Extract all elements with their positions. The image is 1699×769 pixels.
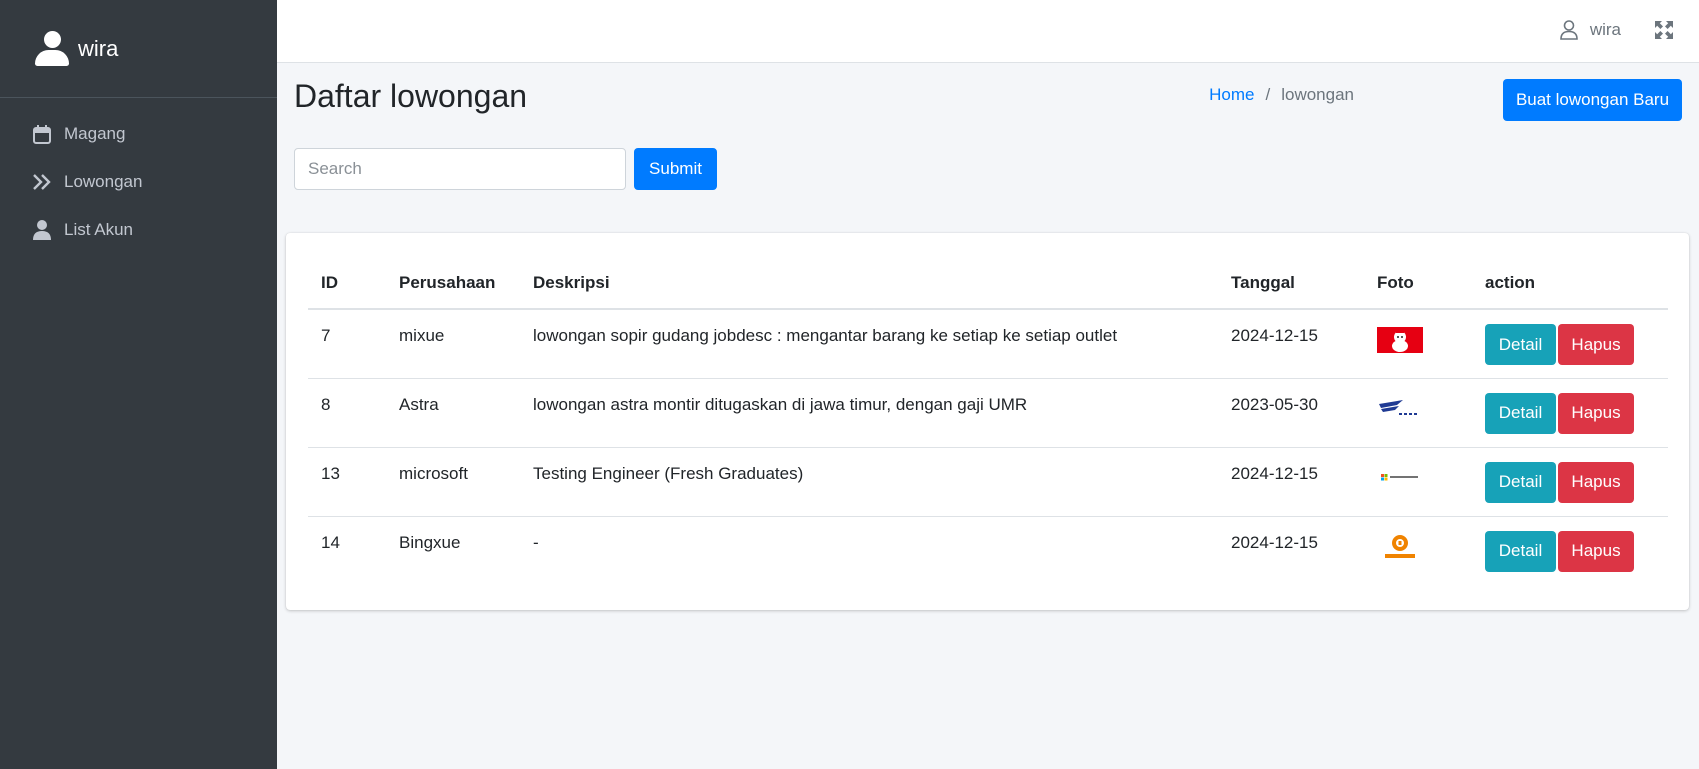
cell-perusahaan: Bingxue bbox=[399, 532, 461, 552]
top-user-menu[interactable]: wira bbox=[1560, 20, 1621, 40]
hapus-button[interactable]: Hapus bbox=[1558, 324, 1634, 365]
breadcrumb: Home / lowongan bbox=[1209, 85, 1354, 105]
astra-logo bbox=[1379, 399, 1421, 415]
table-row: 13 microsoft Testing Engineer (Fresh Gra… bbox=[308, 447, 1668, 517]
column-header-perusahaan: Perusahaan bbox=[386, 257, 520, 310]
detail-button[interactable]: Detail bbox=[1485, 392, 1556, 434]
cell-deskripsi: lowongan astra montir ditugaskan di jawa… bbox=[520, 378, 1218, 448]
hapus-button[interactable]: Hapus bbox=[1558, 530, 1634, 572]
double-chevron-right-icon bbox=[32, 172, 52, 192]
cell-actions: Detail Hapus bbox=[1472, 378, 1668, 448]
table-header-row: ID Perusahaan Deskripsi Tanggal Foto act… bbox=[308, 257, 1668, 310]
hapus-button[interactable]: Hapus bbox=[1558, 461, 1634, 503]
cell-id: 14 bbox=[321, 532, 340, 552]
cell-perusahaan: Astra bbox=[386, 378, 520, 448]
cell-tanggal: 2024-12-15 bbox=[1218, 309, 1364, 379]
lowongan-table-card: ID Perusahaan Deskripsi Tanggal Foto act… bbox=[286, 233, 1689, 610]
cell-perusahaan: mixue bbox=[386, 309, 520, 379]
sidebar: wira Magang Lowongan List Akun bbox=[0, 0, 277, 769]
sidebar-item-label: Lowongan bbox=[64, 172, 143, 191]
table-row: 7 mixue lowongan sopir gudang jobdesc : … bbox=[308, 309, 1668, 379]
column-header-foto: Foto bbox=[1364, 257, 1472, 310]
breadcrumb-current: lowongan bbox=[1281, 85, 1354, 104]
search-input[interactable] bbox=[294, 148, 626, 190]
page-title: Daftar lowongan bbox=[294, 78, 528, 114]
sidebar-nav: Magang Lowongan List Akun bbox=[0, 98, 277, 254]
user-outline-icon bbox=[1560, 20, 1580, 40]
cell-actions: Detail Hapus bbox=[1472, 309, 1668, 379]
search-submit-button[interactable]: Submit bbox=[634, 148, 717, 190]
cell-deskripsi: lowongan sopir gudang jobdesc : menganta… bbox=[520, 309, 1218, 379]
cell-deskripsi: - bbox=[533, 532, 539, 552]
microsoft-logo bbox=[1381, 473, 1418, 480]
sidebar-item-label: Magang bbox=[64, 124, 126, 143]
sidebar-item-magang[interactable]: Magang bbox=[0, 110, 277, 158]
cell-foto bbox=[1364, 378, 1472, 448]
create-lowongan-button[interactable]: Buat lowongan Baru bbox=[1503, 79, 1682, 121]
hapus-button[interactable]: Hapus bbox=[1558, 392, 1634, 434]
breadcrumb-separator: / bbox=[1265, 85, 1271, 104]
sidebar-brand[interactable]: wira bbox=[0, 0, 277, 98]
table-row: 8 Astra lowongan astra montir ditugaskan… bbox=[308, 378, 1668, 448]
cell-id: 13 bbox=[308, 447, 386, 517]
cell-perusahaan: microsoft bbox=[386, 447, 520, 517]
column-header-action: action bbox=[1472, 257, 1668, 310]
calendar-icon bbox=[32, 124, 52, 144]
cell-foto bbox=[1364, 447, 1472, 517]
brand-user-name: wira bbox=[78, 35, 119, 61]
table-row: 14 Bingxue - 2024-12-15 Detail Hapus bbox=[308, 516, 1668, 585]
cell-actions: Detail Hapus bbox=[1472, 516, 1668, 585]
user-avatar-icon bbox=[34, 30, 70, 67]
sidebar-item-label: List Akun bbox=[64, 220, 133, 239]
cell-tanggal: 2023-05-30 bbox=[1218, 378, 1364, 448]
cell-tanggal: 2024-12-15 bbox=[1218, 447, 1364, 517]
top-navbar: wira bbox=[277, 0, 1699, 63]
cell-id: 8 bbox=[308, 378, 386, 448]
mixue-logo bbox=[1377, 327, 1423, 353]
top-user-name: wira bbox=[1589, 20, 1621, 39]
sidebar-item-list-akun[interactable]: List Akun bbox=[0, 206, 277, 254]
cell-actions: Detail Hapus bbox=[1472, 447, 1668, 517]
lowongan-table: ID Perusahaan Deskripsi Tanggal Foto act… bbox=[308, 257, 1668, 585]
cell-foto bbox=[1364, 516, 1472, 585]
cell-id: 7 bbox=[308, 309, 386, 379]
detail-button[interactable]: Detail bbox=[1485, 461, 1556, 503]
column-header-id: ID bbox=[308, 257, 386, 310]
user-icon bbox=[32, 220, 52, 240]
fullscreen-expand-icon[interactable] bbox=[1655, 21, 1673, 39]
sidebar-item-lowongan[interactable]: Lowongan bbox=[0, 158, 277, 206]
column-header-tanggal: Tanggal bbox=[1218, 257, 1364, 310]
column-header-deskripsi: Deskripsi bbox=[520, 257, 1218, 310]
breadcrumb-home-link[interactable]: Home bbox=[1209, 85, 1254, 105]
bingxue-logo bbox=[1385, 534, 1415, 558]
cell-deskripsi: Testing Engineer (Fresh Graduates) bbox=[520, 447, 1218, 517]
detail-button[interactable]: Detail bbox=[1485, 530, 1556, 572]
cell-tanggal: 2024-12-15 bbox=[1231, 532, 1318, 552]
cell-foto bbox=[1364, 309, 1472, 379]
detail-button[interactable]: Detail bbox=[1485, 324, 1556, 365]
